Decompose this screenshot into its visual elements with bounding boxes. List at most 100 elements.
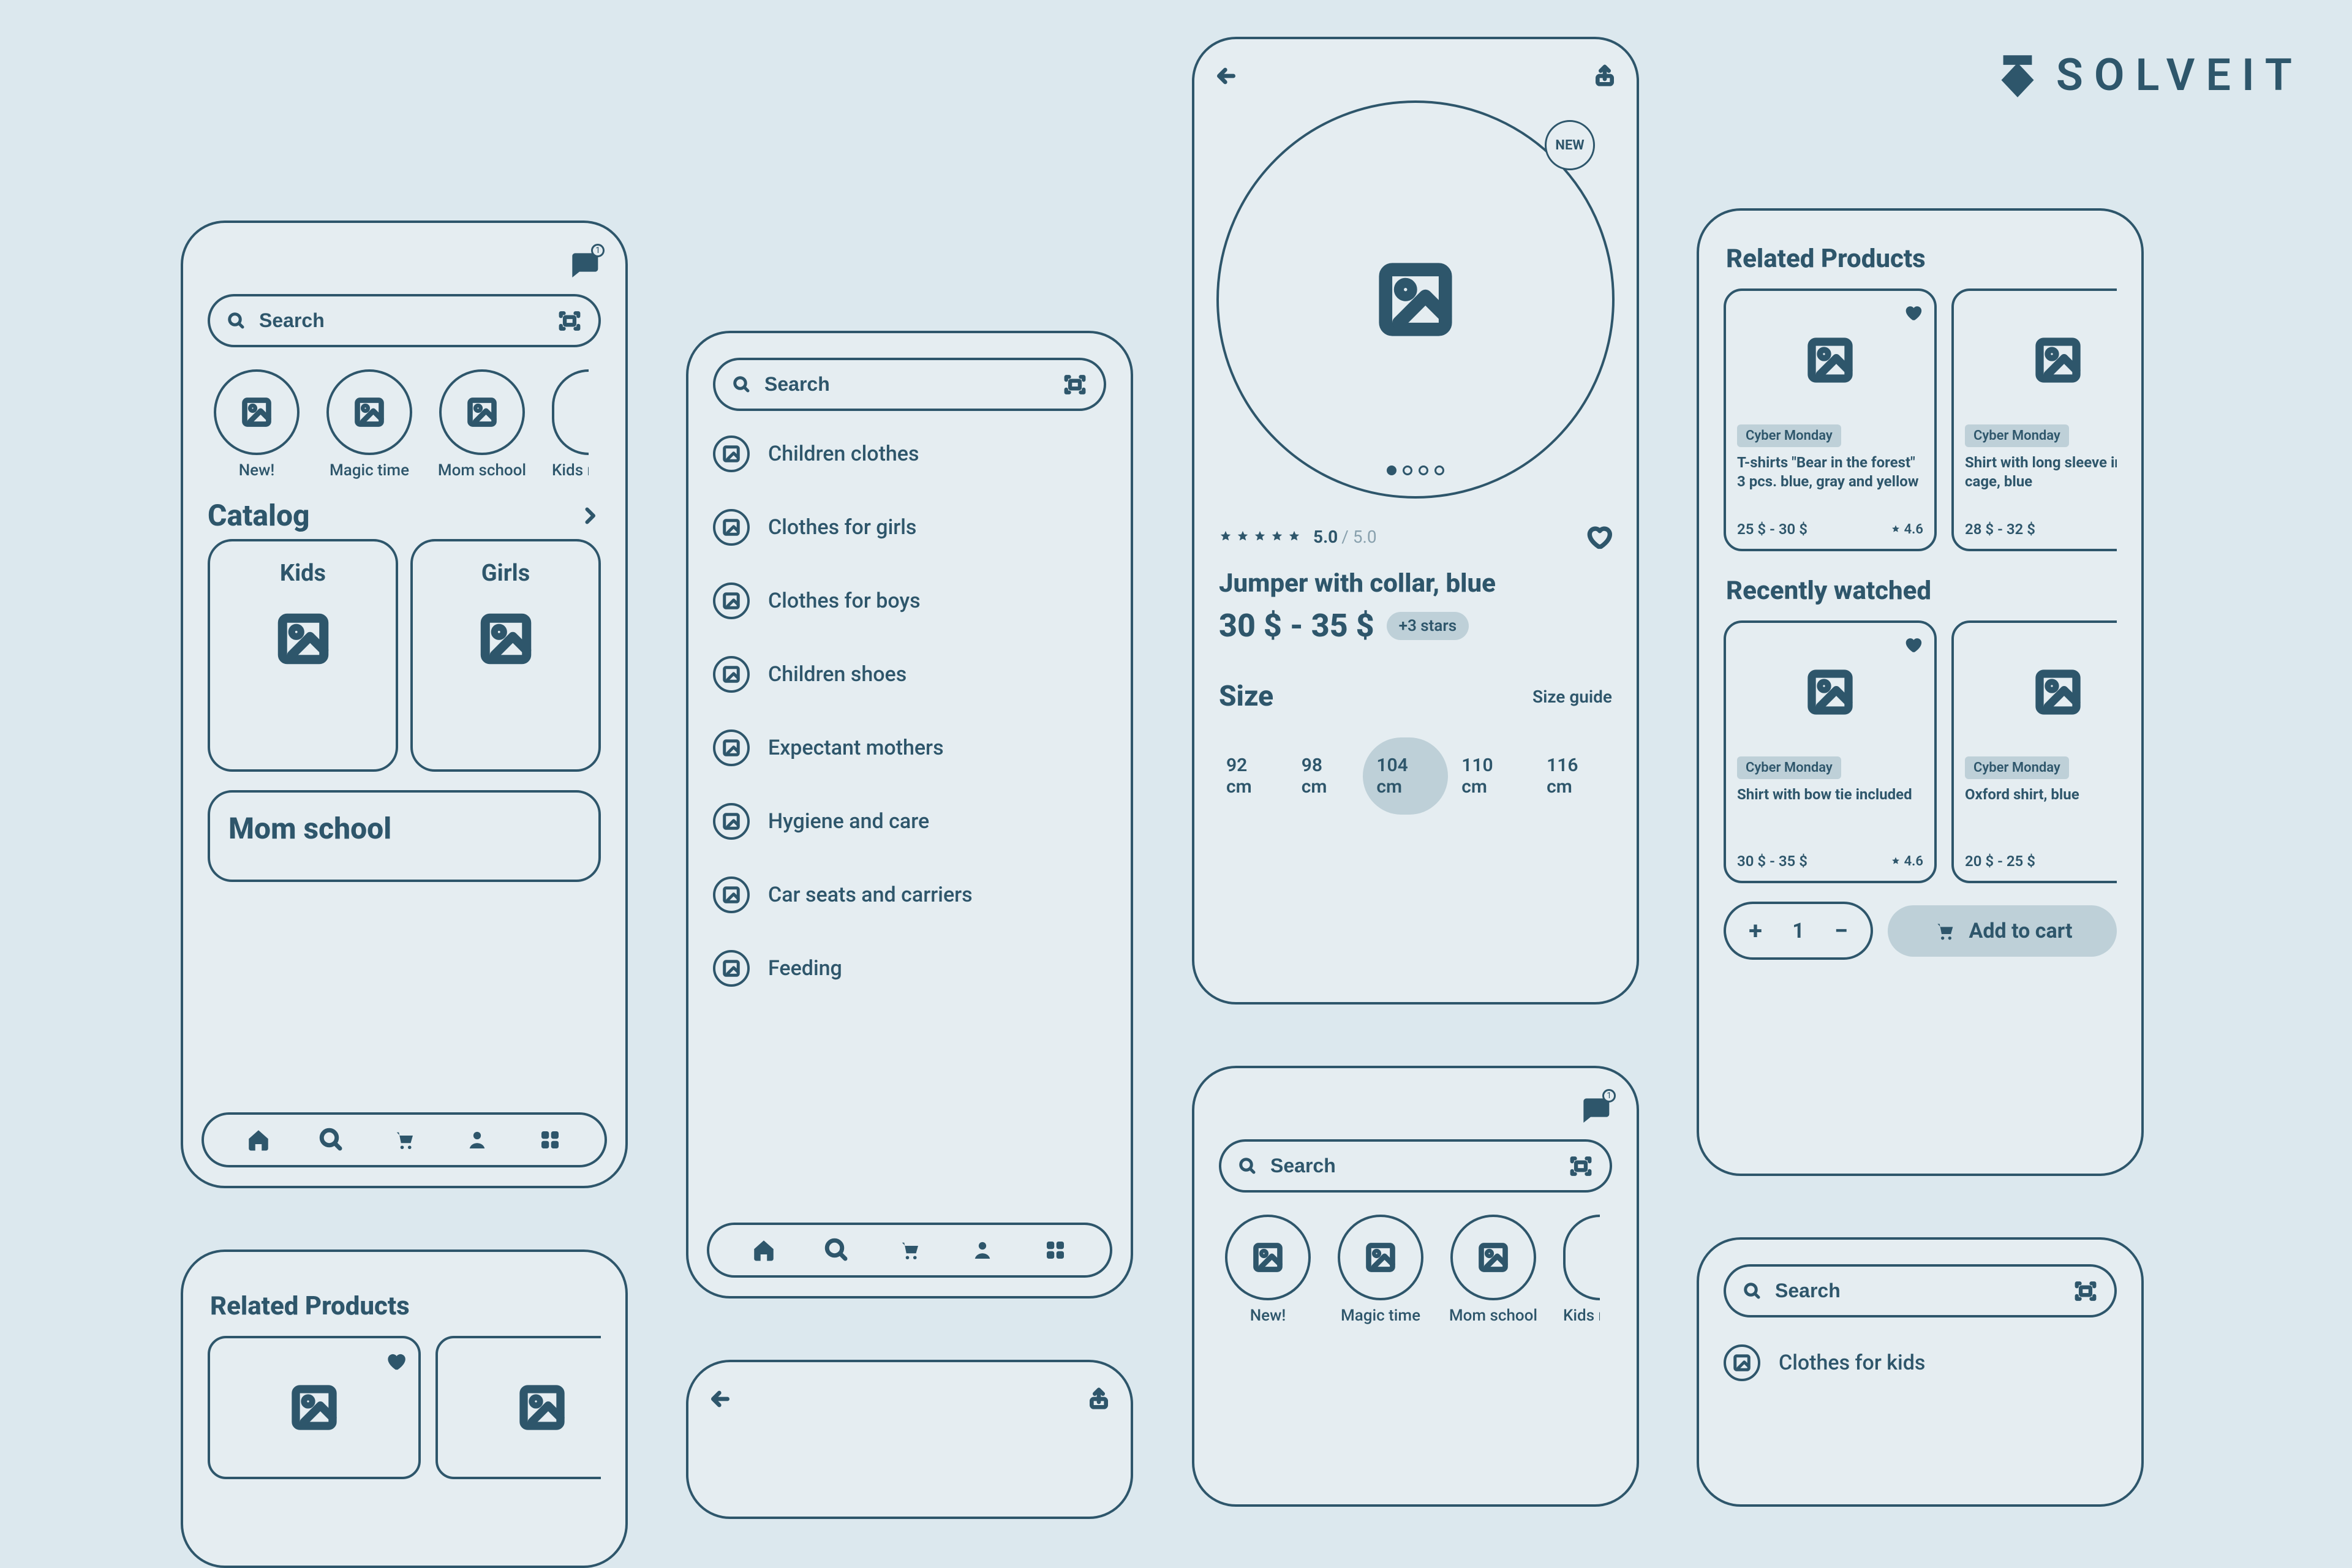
favorite-button[interactable]: [1902, 302, 1923, 323]
star-icon: [1270, 530, 1284, 543]
image-icon: [722, 665, 741, 684]
category-item[interactable]: Children clothes: [713, 435, 1106, 472]
catalog-header[interactable]: Catalog: [208, 480, 601, 539]
home-icon[interactable]: [751, 1237, 777, 1263]
story-item[interactable]: New!: [208, 369, 306, 480]
search-bar[interactable]: [208, 294, 601, 347]
profile-icon[interactable]: [464, 1127, 490, 1153]
story-item[interactable]: Magic time: [320, 369, 418, 480]
search-input[interactable]: [763, 372, 1051, 396]
product-card[interactable]: [435, 1336, 601, 1479]
heart-icon: [1902, 302, 1923, 323]
catalog-card[interactable]: Kids: [208, 539, 398, 772]
promo-card[interactable]: Mom school: [208, 790, 601, 882]
image-icon: [722, 445, 741, 463]
screen-home-partial: 1 New! Magic time Mom school Kids more: [1192, 1066, 1639, 1507]
category-item[interactable]: Feeding: [713, 950, 1106, 987]
grid-icon[interactable]: [537, 1127, 563, 1153]
story-item[interactable]: Magic time: [1332, 1215, 1430, 1325]
heart-icon: [384, 1349, 407, 1373]
promo-tag: Cyber Monday: [1737, 424, 1841, 447]
favorite-button[interactable]: [384, 1349, 407, 1373]
story-item[interactable]: Mom school: [1444, 1215, 1542, 1325]
product-title: Shirt with long sleeve in cage, blue: [1965, 453, 2117, 508]
favorite-button[interactable]: [1902, 634, 1923, 655]
search-bar[interactable]: [1724, 1264, 2117, 1317]
product-price: 30 $ - 35 $: [1737, 853, 1807, 870]
category-item[interactable]: Car seats and carriers: [713, 876, 1106, 913]
story-item[interactable]: Mom school: [433, 369, 531, 480]
share-icon[interactable]: [1593, 64, 1617, 88]
story-item[interactable]: Kids more: [1557, 1215, 1606, 1325]
story-item[interactable]: Kids more: [546, 369, 595, 480]
product-card[interactable]: Cyber Monday T-shirts "Bear in the fores…: [1724, 288, 1937, 551]
image-icon: [2034, 336, 2082, 385]
barcode-scan-icon[interactable]: [558, 309, 581, 333]
category-item[interactable]: Clothes for boys: [713, 582, 1106, 619]
category-item[interactable]: Hygiene and care: [713, 803, 1106, 840]
product-card[interactable]: [208, 1336, 421, 1479]
search-bar[interactable]: [1219, 1139, 1612, 1193]
category-item[interactable]: Clothes for girls: [713, 509, 1106, 546]
size-option-selected[interactable]: 104 cm: [1363, 737, 1448, 815]
image-icon: [241, 396, 273, 428]
image-icon: [353, 396, 385, 428]
search-icon: [1743, 1282, 1762, 1300]
product-card[interactable]: Cyber Monday Oxford shirt, blue 20 $ - 2…: [1951, 620, 2117, 883]
image-icon: [276, 611, 331, 666]
story-item[interactable]: New!: [1219, 1215, 1317, 1325]
chat-button[interactable]: 1: [567, 247, 601, 282]
chevron-right-icon: [579, 505, 601, 527]
catalog-card[interactable]: Girls: [410, 539, 601, 772]
size-guide-link[interactable]: Size guide: [1532, 687, 1612, 707]
search-bar[interactable]: [713, 358, 1106, 411]
home-icon[interactable]: [246, 1127, 271, 1153]
cart-icon[interactable]: [391, 1127, 417, 1153]
image-icon: [1252, 1242, 1284, 1273]
star-icon: [1219, 530, 1232, 543]
qty-decrease[interactable]: −: [1829, 916, 1853, 945]
size-option[interactable]: 98 cm: [1288, 737, 1363, 815]
screen-related-recent: Related Products Cyber Monday T-shirts "…: [1697, 208, 2144, 1176]
category-item[interactable]: Expectant mothers: [713, 729, 1106, 766]
barcode-scan-icon[interactable]: [2074, 1280, 2097, 1303]
screen-pdp-partial: [686, 1360, 1133, 1519]
grid-icon[interactable]: [1042, 1237, 1068, 1263]
profile-icon[interactable]: [970, 1237, 995, 1263]
search-icon[interactable]: [318, 1127, 344, 1153]
search-input[interactable]: [258, 309, 546, 333]
image-icon: [722, 886, 741, 904]
section-title: Recently watched: [1724, 551, 2117, 620]
search-icon[interactable]: [824, 1237, 850, 1263]
image-icon: [722, 959, 741, 978]
bottom-nav: [707, 1223, 1112, 1278]
cart-icon[interactable]: [897, 1237, 922, 1263]
chat-button[interactable]: 1: [1578, 1093, 1612, 1127]
favorite-button[interactable]: [1585, 523, 1612, 550]
screen-product-detail: NEW 5.0 / 5.0 Jumper with collar, blue 3…: [1192, 37, 1639, 1005]
size-option[interactable]: 116 cm: [1533, 737, 1618, 815]
barcode-scan-icon[interactable]: [1063, 373, 1087, 396]
back-arrow-icon[interactable]: [1214, 64, 1238, 88]
search-input[interactable]: [1774, 1279, 2062, 1303]
product-card[interactable]: Cyber Monday Shirt with bow tie included…: [1724, 620, 1937, 883]
quantity-stepper[interactable]: + 1 −: [1724, 902, 1873, 960]
share-icon[interactable]: [1087, 1387, 1111, 1411]
qty-increase[interactable]: +: [1743, 916, 1768, 945]
product-hero[interactable]: NEW: [1216, 100, 1615, 499]
search-input[interactable]: [1269, 1154, 1557, 1178]
size-option[interactable]: 92 cm: [1213, 737, 1288, 815]
size-option[interactable]: 110 cm: [1448, 737, 1533, 815]
image-icon: [290, 1383, 339, 1432]
star-icon: [1891, 856, 1901, 866]
barcode-scan-icon[interactable]: [1569, 1155, 1593, 1178]
back-arrow-icon[interactable]: [708, 1387, 733, 1411]
category-item[interactable]: Clothes for kids: [1724, 1344, 2117, 1381]
image-icon: [2034, 668, 2082, 717]
star-icon: [1891, 524, 1901, 534]
product-card[interactable]: Cyber Monday Shirt with long sleeve in c…: [1951, 288, 2117, 551]
add-to-cart-button[interactable]: Add to cart: [1888, 905, 2117, 957]
search-icon: [733, 375, 751, 394]
category-item[interactable]: Children shoes: [713, 656, 1106, 693]
chat-badge: 1: [1602, 1089, 1616, 1102]
